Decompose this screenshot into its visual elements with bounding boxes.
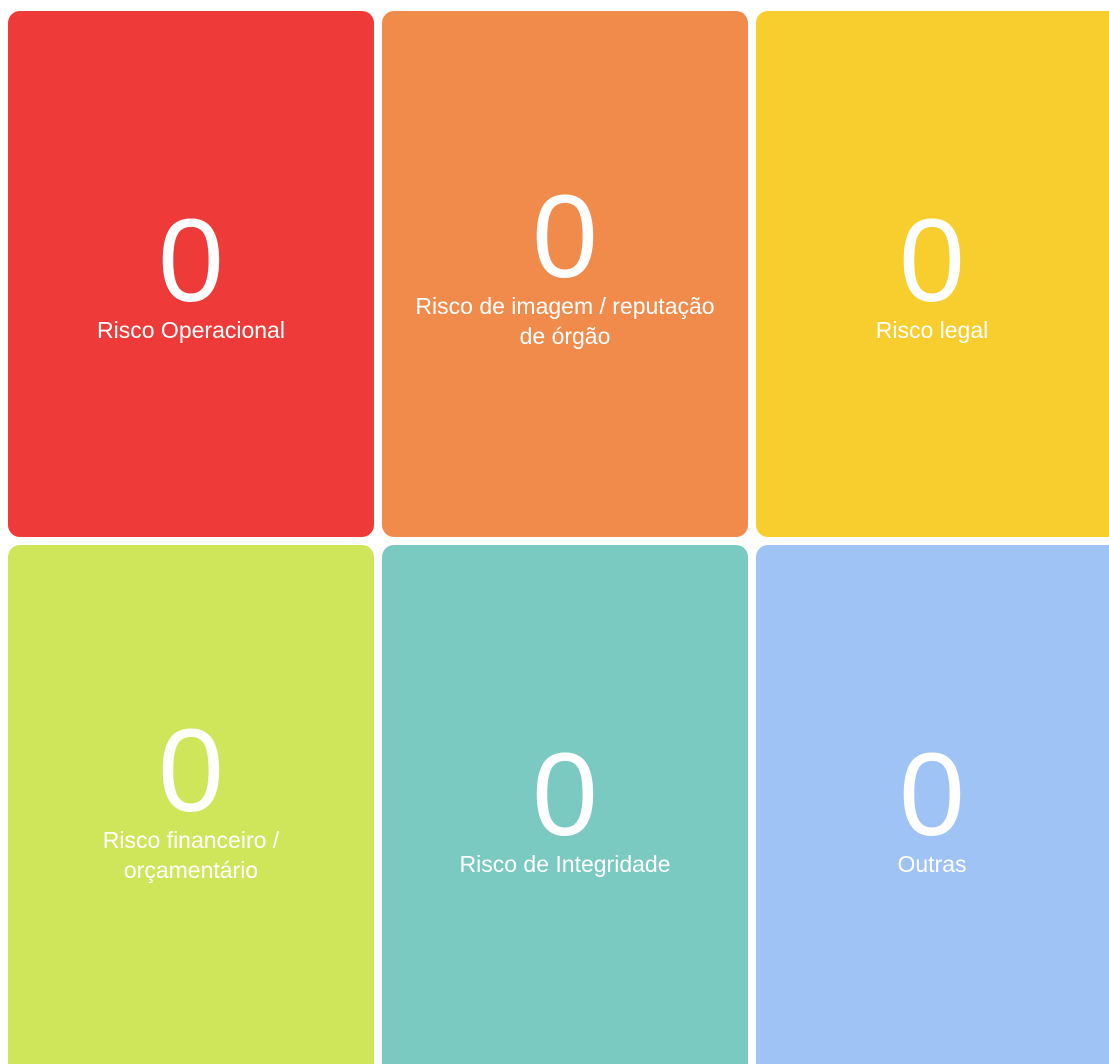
card-risco-operacional[interactable]: 0 Risco Operacional	[8, 11, 374, 537]
card-label: Outras	[897, 851, 967, 877]
card-label: Risco financeiro / orçamentário	[102, 827, 280, 883]
card-label: Risco de imagem / reputação de órgão	[415, 293, 715, 349]
card-risco-financeiro-orcamentario[interactable]: 0 Risco financeiro / orçamentário	[8, 545, 374, 1064]
card-risco-imagem-reputacao[interactable]: 0 Risco de imagem / reputação de órgão	[382, 11, 748, 537]
card-count: 0	[158, 195, 224, 327]
card-label: Risco de Integridade	[459, 851, 671, 877]
card-count: 0	[532, 171, 598, 303]
card-count: 0	[899, 729, 965, 861]
card-label: Risco legal	[875, 317, 989, 343]
card-count: 0	[158, 705, 224, 837]
card-count: 0	[899, 195, 965, 327]
risk-category-grid: 0 Risco Operacional 0 Risco de imagem / …	[0, 0, 1109, 1064]
card-label: Risco Operacional	[97, 317, 285, 343]
card-risco-integridade[interactable]: 0 Risco de Integridade	[382, 545, 748, 1064]
card-risco-legal[interactable]: 0 Risco legal	[756, 11, 1109, 537]
card-outras[interactable]: 0 Outras	[756, 545, 1109, 1064]
card-count: 0	[532, 729, 598, 861]
